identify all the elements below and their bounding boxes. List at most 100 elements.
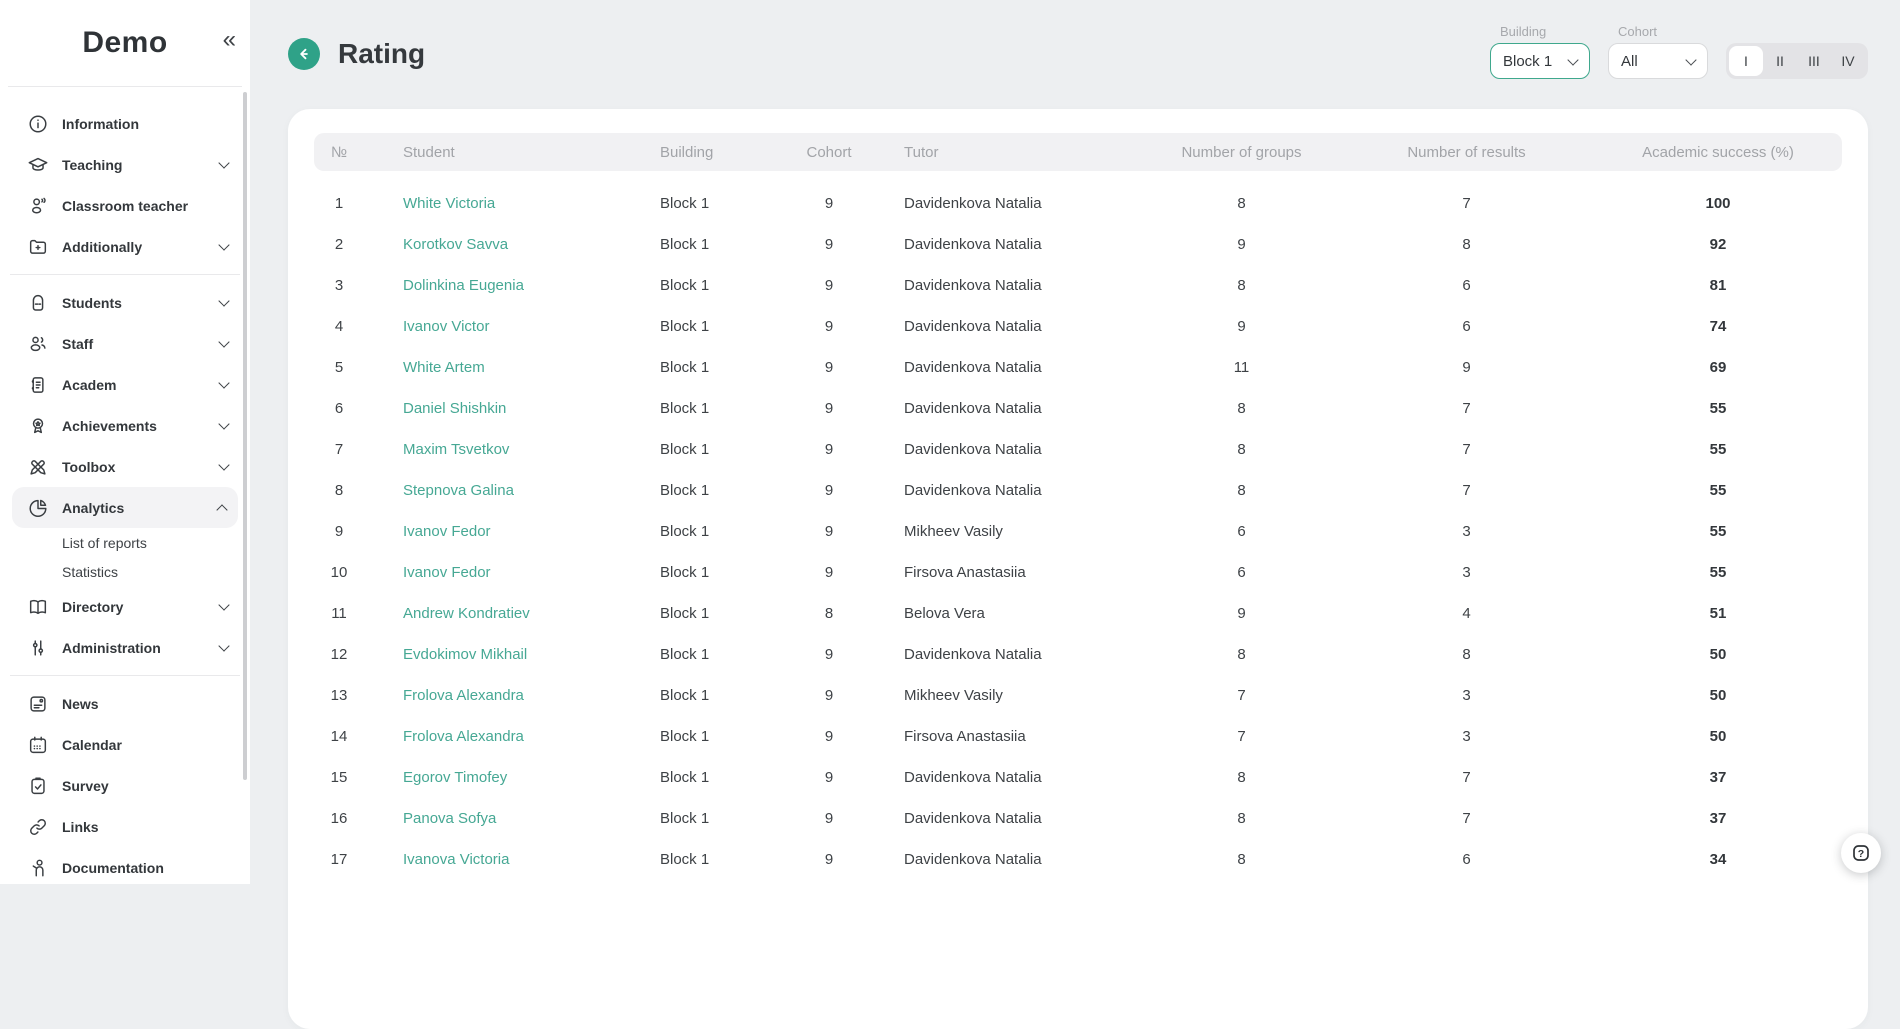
num-cell: 10 — [314, 564, 364, 581]
sidebar-item-administration[interactable]: Administration — [0, 627, 250, 668]
tutor-cell: Mikheev Vasily — [864, 523, 1144, 540]
building-cell: Block 1 — [644, 605, 794, 622]
quarter-segment-IV[interactable]: IV — [1831, 46, 1865, 76]
student-link[interactable]: Frolova Alexandra — [364, 728, 644, 745]
groups-cell: 8 — [1144, 851, 1339, 868]
sidebar-item-news[interactable]: News — [0, 683, 250, 724]
success-cell: 37 — [1594, 769, 1842, 786]
success-cell: 50 — [1594, 646, 1842, 663]
sidebar-item-label: Administration — [62, 640, 207, 656]
quarter-toggle: IIIIIIIV — [1726, 43, 1868, 79]
question-mark-icon: ? — [1849, 841, 1873, 865]
back-button[interactable] — [288, 38, 320, 70]
sidebar-item-students[interactable]: Students — [0, 282, 250, 323]
tutor-cell: Firsova Anastasiia — [864, 728, 1144, 745]
sidebar-item-teaching[interactable]: Teaching — [0, 144, 250, 185]
success-cell: 55 — [1594, 564, 1842, 581]
chevron-up-icon — [216, 504, 227, 515]
tutor-cell: Davidenkova Natalia — [864, 482, 1144, 499]
sidebar-item-links[interactable]: Links — [0, 806, 250, 847]
chevron-down-icon — [218, 239, 229, 250]
sidebar-item-staff[interactable]: Staff — [0, 323, 250, 364]
table-row: 10Ivanov FedorBlock 19Firsova Anastasiia… — [314, 552, 1842, 593]
table-body: 1White VictoriaBlock 19Davidenkova Natal… — [314, 171, 1842, 880]
sidebar-header: Demo « — [0, 0, 250, 86]
link-icon — [27, 816, 49, 838]
quarter-segment-II[interactable]: II — [1763, 46, 1797, 76]
student-link[interactable]: White Artem — [364, 359, 644, 376]
cohort-cell: 9 — [794, 441, 864, 458]
sidebar-scrollbar[interactable] — [243, 92, 247, 780]
sidebar-item-classroom-teacher[interactable]: Classroom teacher — [0, 185, 250, 226]
building-cell: Block 1 — [644, 687, 794, 704]
survey-icon — [27, 775, 49, 797]
column-header: Number of groups — [1144, 144, 1339, 161]
help-button[interactable]: ? — [1841, 833, 1881, 873]
success-cell: 50 — [1594, 728, 1842, 745]
student-link[interactable]: Daniel Shishkin — [364, 400, 644, 417]
success-cell: 55 — [1594, 441, 1842, 458]
student-link[interactable]: Ivanova Victoria — [364, 851, 644, 868]
table-row: 6Daniel ShishkinBlock 19Davidenkova Nata… — [314, 388, 1842, 429]
student-link[interactable]: Ivanov Victor — [364, 318, 644, 335]
sidebar-item-additionally[interactable]: Additionally — [0, 226, 250, 267]
sidebar-item-analytics[interactable]: Analytics — [12, 487, 238, 528]
sidebar-item-toolbox[interactable]: Toolbox — [0, 446, 250, 487]
sidebar-subitem-list-of-reports[interactable]: List of reports — [0, 528, 250, 557]
student-link[interactable]: Panova Sofya — [364, 810, 644, 827]
results-cell: 7 — [1339, 769, 1594, 786]
groups-cell: 7 — [1144, 728, 1339, 745]
sidebar-item-label: Documentation — [62, 860, 234, 876]
cohort-select[interactable]: All — [1608, 43, 1708, 79]
results-cell: 8 — [1339, 236, 1594, 253]
student-link[interactable]: Andrew Kondratiev — [364, 605, 644, 622]
quarter-segment-I[interactable]: I — [1729, 46, 1763, 76]
student-link[interactable]: Maxim Tsvetkov — [364, 441, 644, 458]
sidebar-item-label: News — [62, 696, 234, 712]
student-link[interactable]: Ivanov Fedor — [364, 564, 644, 581]
building-select[interactable]: Block 1 — [1490, 43, 1590, 79]
num-cell: 3 — [314, 277, 364, 294]
sidebar-item-achievements[interactable]: Achievements — [0, 405, 250, 446]
sidebar-item-academ[interactable]: Academ — [0, 364, 250, 405]
cohort-cell: 9 — [794, 564, 864, 581]
chevron-down-icon — [218, 336, 229, 347]
table-row: 4Ivanov VictorBlock 19Davidenkova Natali… — [314, 306, 1842, 347]
results-cell: 7 — [1339, 482, 1594, 499]
chevron-down-icon — [218, 295, 229, 306]
num-cell: 9 — [314, 523, 364, 540]
num-cell: 8 — [314, 482, 364, 499]
sidebar-item-label: Achievements — [62, 418, 207, 434]
student-link[interactable]: Egorov Timofey — [364, 769, 644, 786]
quarter-segment-III[interactable]: III — [1797, 46, 1831, 76]
student-link[interactable]: Frolova Alexandra — [364, 687, 644, 704]
student-link[interactable]: Stepnova Galina — [364, 482, 644, 499]
success-cell: 34 — [1594, 851, 1842, 868]
student-link[interactable]: Evdokimov Mikhail — [364, 646, 644, 663]
cohort-select-value: All — [1621, 53, 1638, 70]
sidebar-subitem-statistics[interactable]: Statistics — [0, 557, 250, 586]
success-cell: 81 — [1594, 277, 1842, 294]
building-cell: Block 1 — [644, 441, 794, 458]
groups-cell: 8 — [1144, 195, 1339, 212]
building-cell: Block 1 — [644, 359, 794, 376]
student-link[interactable]: Ivanov Fedor — [364, 523, 644, 540]
sidebar-item-label: Academ — [62, 377, 207, 393]
chevron-down-icon — [218, 599, 229, 610]
sidebar-item-label: Links — [62, 819, 234, 835]
table-header: №StudentBuildingCohortTutorNumber of gro… — [314, 133, 1842, 171]
sidebar-item-calendar[interactable]: Calendar — [0, 724, 250, 765]
num-cell: 17 — [314, 851, 364, 868]
results-cell: 3 — [1339, 523, 1594, 540]
success-cell: 74 — [1594, 318, 1842, 335]
num-cell: 16 — [314, 810, 364, 827]
sidebar-item-information[interactable]: Information — [0, 103, 250, 144]
sidebar-item-survey[interactable]: Survey — [0, 765, 250, 806]
sidebar-collapse-button[interactable]: « — [217, 26, 242, 54]
student-link[interactable]: Dolinkina Eugenia — [364, 277, 644, 294]
sidebar-item-directory[interactable]: Directory — [0, 586, 250, 627]
student-link[interactable]: Korotkov Savva — [364, 236, 644, 253]
student-link[interactable]: White Victoria — [364, 195, 644, 212]
app-logo: Demo — [82, 26, 167, 60]
sidebar-item-documentation[interactable]: Documentation — [0, 847, 250, 888]
